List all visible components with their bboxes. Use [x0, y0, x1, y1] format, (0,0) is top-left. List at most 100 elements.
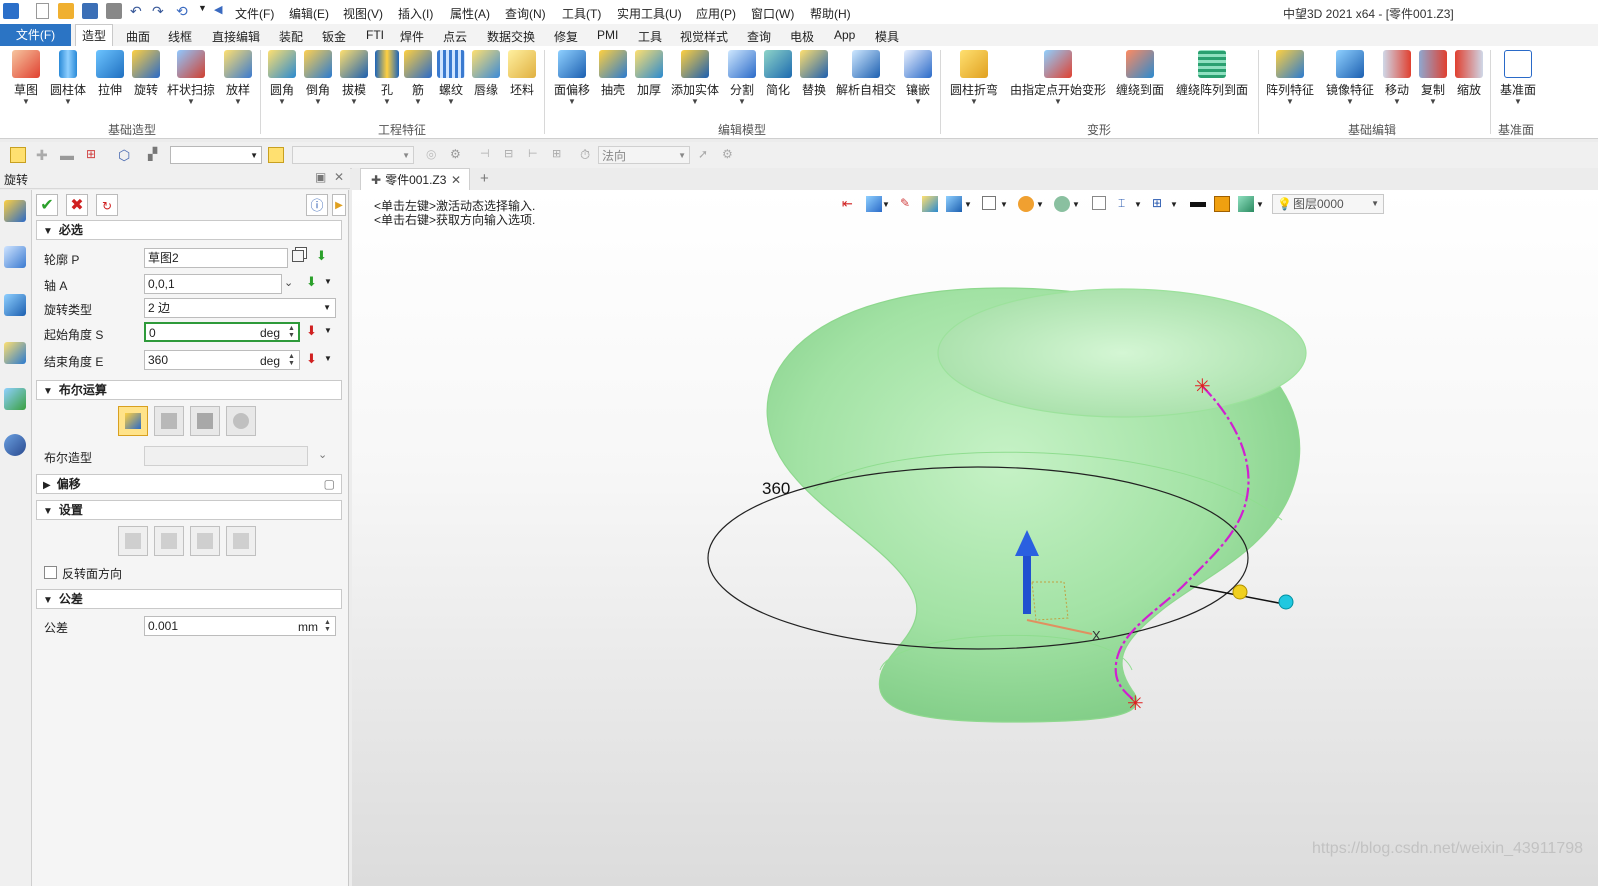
cursor-icon[interactable]: ➚ [698, 147, 714, 163]
menu-window[interactable]: 窗口(W) [751, 5, 794, 22]
line-filter-icon[interactable]: ▬ [60, 147, 76, 163]
user-icon[interactable] [4, 434, 26, 456]
mirror-feature-button[interactable]: 镜像特征 ▼ [1322, 50, 1378, 106]
section-required[interactable]: ▼ 必选 [36, 220, 342, 240]
yellow-handle-icon[interactable] [1232, 584, 1248, 600]
settings-gear-icon[interactable]: ⚙ [450, 147, 466, 163]
expand-panel-icon[interactable]: ▶ [332, 194, 346, 216]
open-file-icon[interactable] [58, 3, 74, 19]
menu-file[interactable]: 文件(F) [235, 5, 274, 22]
boolean-remove-button[interactable] [190, 406, 220, 436]
tab-modeling[interactable]: 造型 [75, 24, 114, 47]
document-tab[interactable]: ✚ 零件001.Z3 ✕ [360, 168, 470, 190]
inlay-button[interactable]: 镶嵌 ▼ [900, 50, 936, 106]
extrude-button[interactable]: 拉伸 [92, 50, 128, 98]
pattern-feature-button[interactable]: 阵列特征 ▼ [1262, 50, 1318, 106]
rod-sweep-button[interactable]: 杆状扫掠 ▼ [164, 50, 218, 106]
quick-access-dropdown-icon[interactable]: ▼ [198, 3, 214, 19]
rib-button[interactable]: 筋 ▼ [402, 50, 434, 106]
loft-button[interactable]: 放样 ▼ [220, 50, 256, 106]
3d-viewport[interactable]: <单击左键>激活动态选择输入. <单击右键>获取方向输入选项. ⇤ ▼ ✎ ▼ … [352, 190, 1598, 886]
menu-tools[interactable]: 工具(T) [562, 5, 601, 22]
move-button[interactable]: 移动 ▼ [1380, 50, 1414, 106]
tab-mold[interactable]: 模具 [875, 28, 899, 45]
menu-edit[interactable]: 编辑(E) [289, 5, 329, 22]
thread-button[interactable]: 螺纹 ▼ [434, 50, 468, 106]
history-icon[interactable]: ⏱ [580, 147, 596, 163]
print-icon[interactable] [106, 3, 122, 19]
cancel-x-icon[interactable]: ✖ [66, 194, 88, 216]
axis-dropdown-icon[interactable]: ▼ [324, 277, 340, 293]
distribute-icon[interactable]: ⊞ [552, 147, 568, 163]
menu-apps[interactable]: 应用(P) [696, 5, 736, 22]
sketch-button[interactable]: 草图 ▼ [6, 50, 46, 106]
align-icon[interactable]: ⊣ [480, 147, 496, 163]
assembly-tree-icon[interactable] [4, 294, 26, 316]
filter-combo[interactable]: ▼ [170, 146, 262, 164]
tab-sheetmetal[interactable]: 钣金 [322, 28, 346, 45]
wrap-pattern-to-face-button[interactable]: 缠绕阵列到面 [1172, 50, 1252, 98]
tab-inquiry[interactable]: 查询 [747, 28, 771, 45]
revolve-type-select[interactable]: 2 边 ▼ [144, 298, 336, 318]
draft-button[interactable]: 拔模 ▼ [336, 50, 372, 106]
tab-close-icon[interactable]: ✕ [451, 169, 461, 191]
tab-repair[interactable]: 修复 [554, 28, 578, 45]
tab-tools[interactable]: 工具 [638, 28, 662, 45]
blank-button[interactable]: 坯料 [504, 50, 540, 98]
scale-button[interactable]: 缩放 [1452, 50, 1486, 98]
tab-electrode[interactable]: 电极 [790, 28, 814, 45]
collapse-arrow-icon[interactable]: ◀ [214, 3, 230, 19]
copy-button[interactable]: 复制 ▼ [1416, 50, 1450, 106]
profile-list-icon[interactable] [292, 250, 304, 262]
visual-manager-icon[interactable] [4, 388, 26, 410]
boolean-intersect-button[interactable] [226, 406, 256, 436]
chamfer-button[interactable]: 倒角 ▼ [300, 50, 336, 106]
tab-visual-style[interactable]: 视觉样式 [680, 28, 728, 45]
boolean-base-button[interactable] [118, 406, 148, 436]
tolerance-spinner-icon[interactable]: ▲ ▼ [324, 619, 332, 633]
align-right-icon[interactable]: ⊢ [528, 147, 544, 163]
ok-check-icon[interactable]: ✔ [36, 194, 58, 216]
replace-button[interactable]: 替换 [796, 50, 832, 98]
end-angle-spinner-icon[interactable]: ▲ ▼ [288, 353, 296, 367]
menu-insert[interactable]: 插入(I) [398, 5, 433, 22]
point-filter-icon[interactable]: ✚ [36, 147, 52, 163]
start-angle-pick-icon[interactable]: ⬇ [306, 323, 322, 339]
tab-weldment[interactable]: 焊件 [400, 28, 424, 45]
profile-pick-icon[interactable]: ⬇ [316, 248, 332, 264]
panel-close-icon[interactable]: ✕ [334, 170, 344, 184]
boolean-expand-chevron-icon[interactable]: ⌄ [318, 448, 334, 464]
end-angle-dropdown-icon[interactable]: ▼ [324, 354, 340, 370]
pin-icon[interactable]: ▣ [315, 170, 326, 184]
datum-plane-button[interactable]: 基准面 ▼ [1494, 50, 1542, 106]
top-face[interactable] [937, 288, 1307, 418]
menu-utilities[interactable]: 实用工具(U) [617, 5, 682, 22]
profile-field[interactable]: 草图2 [144, 248, 288, 268]
tool-gear-icon[interactable]: ⚙ [722, 147, 738, 163]
tab-wireframe[interactable]: 线框 [168, 28, 192, 45]
shell-button[interactable]: 抽壳 [596, 50, 630, 98]
undo-icon[interactable]: ↶ [130, 3, 146, 19]
end-angle-pick-icon[interactable]: ⬇ [306, 351, 322, 367]
add-solid-button[interactable]: 添加实体 ▼ [668, 50, 722, 106]
tab-pointcloud[interactable]: 点云 [443, 28, 467, 45]
filter-icon[interactable]: ▞ [148, 147, 164, 163]
cylinder-bend-button[interactable]: 圆柱折弯 ▼ [946, 50, 1002, 106]
axis-expand-chevron-icon[interactable]: ⌄ [284, 276, 300, 292]
menu-attribute[interactable]: 属性(A) [450, 5, 490, 22]
apply-icon[interactable]: ↻ [96, 194, 118, 216]
thicken-button[interactable]: 加厚 [631, 50, 667, 98]
menu-help[interactable]: 帮助(H) [810, 5, 851, 22]
simplify-button[interactable]: 简化 [760, 50, 796, 98]
cyan-handle-icon[interactable] [1278, 594, 1294, 610]
tab-data-exchange[interactable]: 数据交换 [487, 28, 535, 45]
select-pointer-icon[interactable] [10, 147, 26, 163]
split-button[interactable]: 分割 ▼ [724, 50, 760, 106]
offset-toggle-icon[interactable]: ▢ [324, 475, 335, 493]
tab-direct-edit[interactable]: 直接编辑 [212, 28, 260, 45]
wrap-to-face-button[interactable]: 缠绕到面 [1112, 50, 1168, 98]
start-angle-dropdown-icon[interactable]: ▼ [324, 326, 340, 342]
tab-file[interactable]: 文件(F) [0, 24, 71, 46]
part-library-icon[interactable] [4, 342, 26, 364]
section-settings[interactable]: ▼ 设置 [36, 500, 342, 520]
